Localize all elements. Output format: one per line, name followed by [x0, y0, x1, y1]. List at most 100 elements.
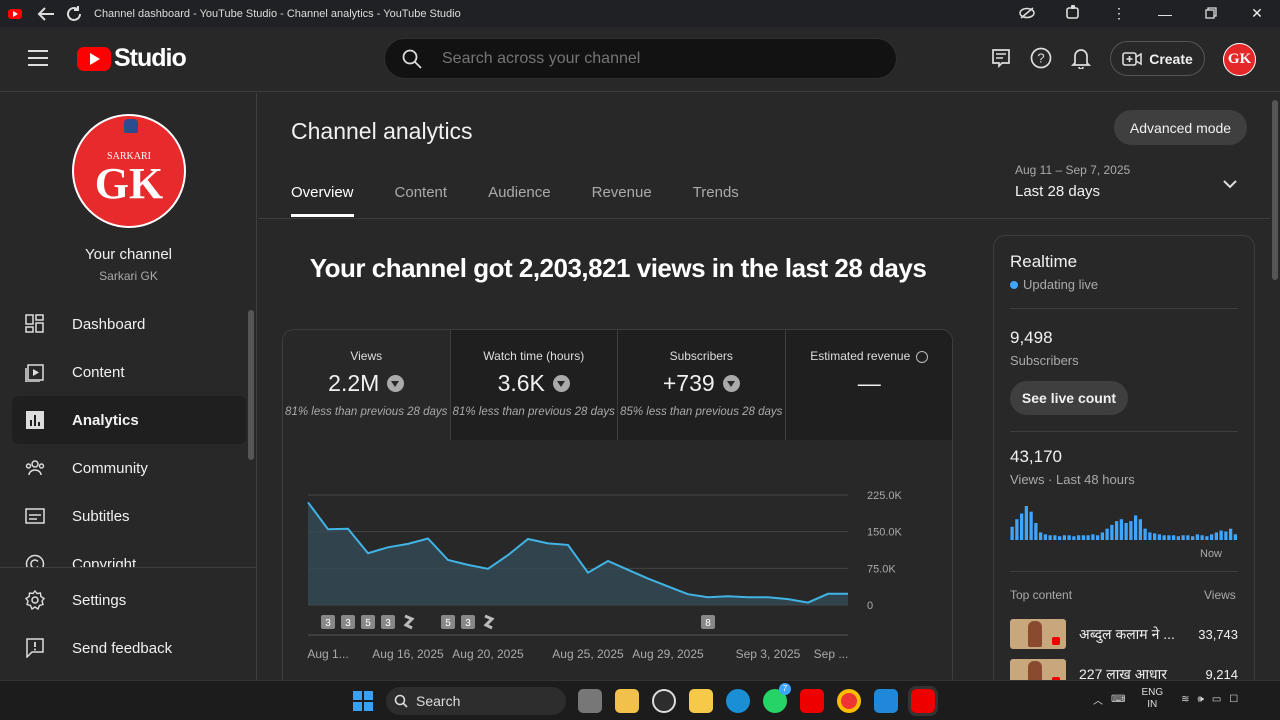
close-icon[interactable]: ✕ — [1234, 5, 1280, 22]
battery-icon[interactable]: ▭ — [1212, 694, 1221, 705]
advanced-mode-button[interactable]: Advanced mode — [1114, 110, 1247, 145]
realtime-bar — [1129, 521, 1133, 540]
windows-start-icon[interactable] — [353, 691, 373, 711]
sidebar-item-content[interactable]: Content — [12, 348, 246, 396]
sidebar-item-community[interactable]: Community — [12, 444, 246, 492]
sidebar-item-send-feedback[interactable]: Send feedback — [12, 624, 246, 672]
eye-off-icon[interactable] — [1004, 6, 1050, 22]
upload-marker-label: 5 — [445, 618, 451, 629]
upload-marker-label: 3 — [325, 618, 331, 629]
windows-taskbar: Search 7 ︿ ⌨ ENG IN ≋ 🕪 ▭ ☐ — [0, 680, 1280, 720]
page-title: Channel analytics — [291, 118, 473, 144]
metric-watch-time[interactable]: Watch time (hours) 3.6K 81% less than pr… — [450, 330, 618, 440]
channel-avatar[interactable]: SARKARI GK — [72, 114, 186, 228]
video-thumbnail — [1010, 619, 1066, 649]
sticky-notes-icon[interactable] — [689, 689, 713, 713]
x-tick-label: Sep ... — [814, 647, 849, 661]
chevron-down-icon[interactable] — [1222, 176, 1238, 194]
volume-icon[interactable]: 🕪 — [1198, 694, 1204, 705]
see-live-count-button[interactable]: See live count — [1010, 381, 1128, 415]
realtime-bar — [1119, 519, 1123, 540]
sidebar-item-copyright[interactable]: Copyright — [12, 540, 246, 567]
date-range-dates: Aug 11 – Sep 7, 2025 — [1015, 163, 1131, 177]
tab-audience[interactable]: Audience — [488, 184, 551, 217]
sidebar-scrollbar[interactable] — [248, 310, 254, 460]
settings-icon — [25, 590, 45, 610]
clock-icon — [916, 350, 929, 363]
realtime-bar — [1138, 519, 1142, 540]
notifications-bell-icon[interactable] — [1070, 46, 1092, 70]
metric-subscribers[interactable]: Subscribers +739 85% less than previous … — [618, 330, 786, 440]
search-bar[interactable] — [384, 38, 897, 79]
top-content-row[interactable]: अब्दुल कलाम ने ... 33,743 — [1010, 618, 1238, 650]
restore-icon[interactable] — [1188, 6, 1234, 22]
sidebar-item-dashboard[interactable]: Dashboard — [12, 300, 246, 348]
tab-revenue[interactable]: Revenue — [592, 184, 652, 217]
tabs-divider — [258, 218, 1270, 219]
extensions-icon[interactable] — [1050, 4, 1096, 23]
metric-estimated-revenue[interactable]: Estimated revenue — — [785, 330, 952, 440]
sidebar-item-label: Subtitles — [72, 507, 130, 525]
chatgpt-icon[interactable] — [652, 689, 676, 713]
create-video-icon — [1122, 51, 1143, 66]
create-button[interactable]: Create — [1110, 41, 1205, 76]
youtube-icon[interactable] — [800, 689, 824, 713]
feedback-icon[interactable] — [990, 46, 1012, 70]
realtime-bar-chart[interactable] — [1010, 498, 1238, 540]
upload-marker-label: 3 — [385, 618, 391, 629]
metric-value: +739 — [662, 370, 715, 396]
more-vert-icon[interactable]: ⋮ — [1096, 5, 1142, 22]
vscode-icon[interactable] — [874, 689, 898, 713]
minimize-icon[interactable]: — — [1142, 6, 1188, 22]
edge-icon[interactable] — [726, 689, 750, 713]
feedback-icon — [26, 638, 44, 658]
account-avatar[interactable]: GK — [1223, 43, 1256, 76]
sidebar-item-subtitles[interactable]: Subtitles — [12, 492, 246, 540]
overview-card: Views 2.2M 81% less than previous 28 day… — [282, 329, 953, 680]
file-explorer-icon[interactable] — [615, 689, 639, 713]
window-title: Channel dashboard - YouTube Studio - Cha… — [94, 7, 461, 20]
sidebar-item-analytics[interactable]: Analytics — [12, 396, 246, 444]
chrome-icon[interactable] — [837, 689, 861, 713]
notification-center-icon[interactable]: ☐ — [1229, 694, 1238, 705]
language-indicator[interactable]: ENG IN — [1141, 687, 1163, 711]
views-chart[interactable]: 0 75.0K 150.0K 225.0K 3 3 5 3 5 3 8 Aug 1... Aug 16,… — [283, 440, 953, 680]
tab-trends[interactable]: Trends — [693, 184, 739, 217]
top-content-label: Top content — [1010, 588, 1073, 602]
help-icon[interactable]: ? — [1030, 46, 1052, 70]
upload-marker-label: 3 — [345, 618, 351, 629]
metric-label: Watch time (hours) — [483, 349, 585, 363]
browser-titlebar: Channel dashboard - YouTube Studio - Cha… — [0, 0, 1280, 27]
chevron-up-icon[interactable]: ︿ — [1093, 692, 1103, 707]
keyboard-icon[interactable]: ⌨ — [1111, 694, 1125, 705]
realtime-bar — [1176, 536, 1180, 540]
menu-hamburger-icon[interactable] — [28, 50, 48, 66]
metric-views[interactable]: Views 2.2M 81% less than previous 28 day… — [283, 330, 451, 440]
main-scrollbar[interactable] — [1272, 100, 1278, 280]
realtime-bar — [1100, 532, 1104, 540]
youtube-studio-icon[interactable] — [908, 686, 938, 716]
community-icon — [25, 460, 45, 476]
shorts-marker-icon — [483, 614, 495, 630]
search-input[interactable] — [442, 49, 862, 68]
date-range-picker[interactable]: Aug 11 – Sep 7, 2025 Last 28 days — [1015, 163, 1130, 200]
realtime-title: Realtime — [1010, 252, 1078, 271]
refresh-icon[interactable] — [64, 4, 84, 24]
tab-content[interactable]: Content — [395, 184, 448, 217]
realtime-subscribers-label: Subscribers — [1010, 353, 1079, 368]
taskbar-search[interactable]: Search — [386, 687, 566, 715]
back-arrow-icon[interactable] — [36, 4, 56, 24]
whatsapp-icon[interactable]: 7 — [763, 683, 791, 713]
realtime-status-text: Updating live — [1023, 277, 1099, 292]
studio-logo[interactable]: Studio — [77, 44, 187, 73]
top-content-title: अब्दुल कलाम ने ... — [1079, 625, 1175, 642]
tab-overview[interactable]: Overview — [291, 184, 354, 217]
analytics-icon — [26, 411, 44, 429]
sidebar-item-settings[interactable]: Settings — [12, 576, 246, 624]
wifi-icon[interactable]: ≋ — [1181, 694, 1189, 705]
create-label: Create — [1149, 50, 1193, 67]
top-content-row[interactable]: 227 लाख आधार 9,214 — [1010, 658, 1238, 680]
realtime-bar — [1072, 536, 1076, 540]
realtime-bar — [1167, 535, 1171, 540]
task-view-icon[interactable] — [578, 689, 602, 713]
